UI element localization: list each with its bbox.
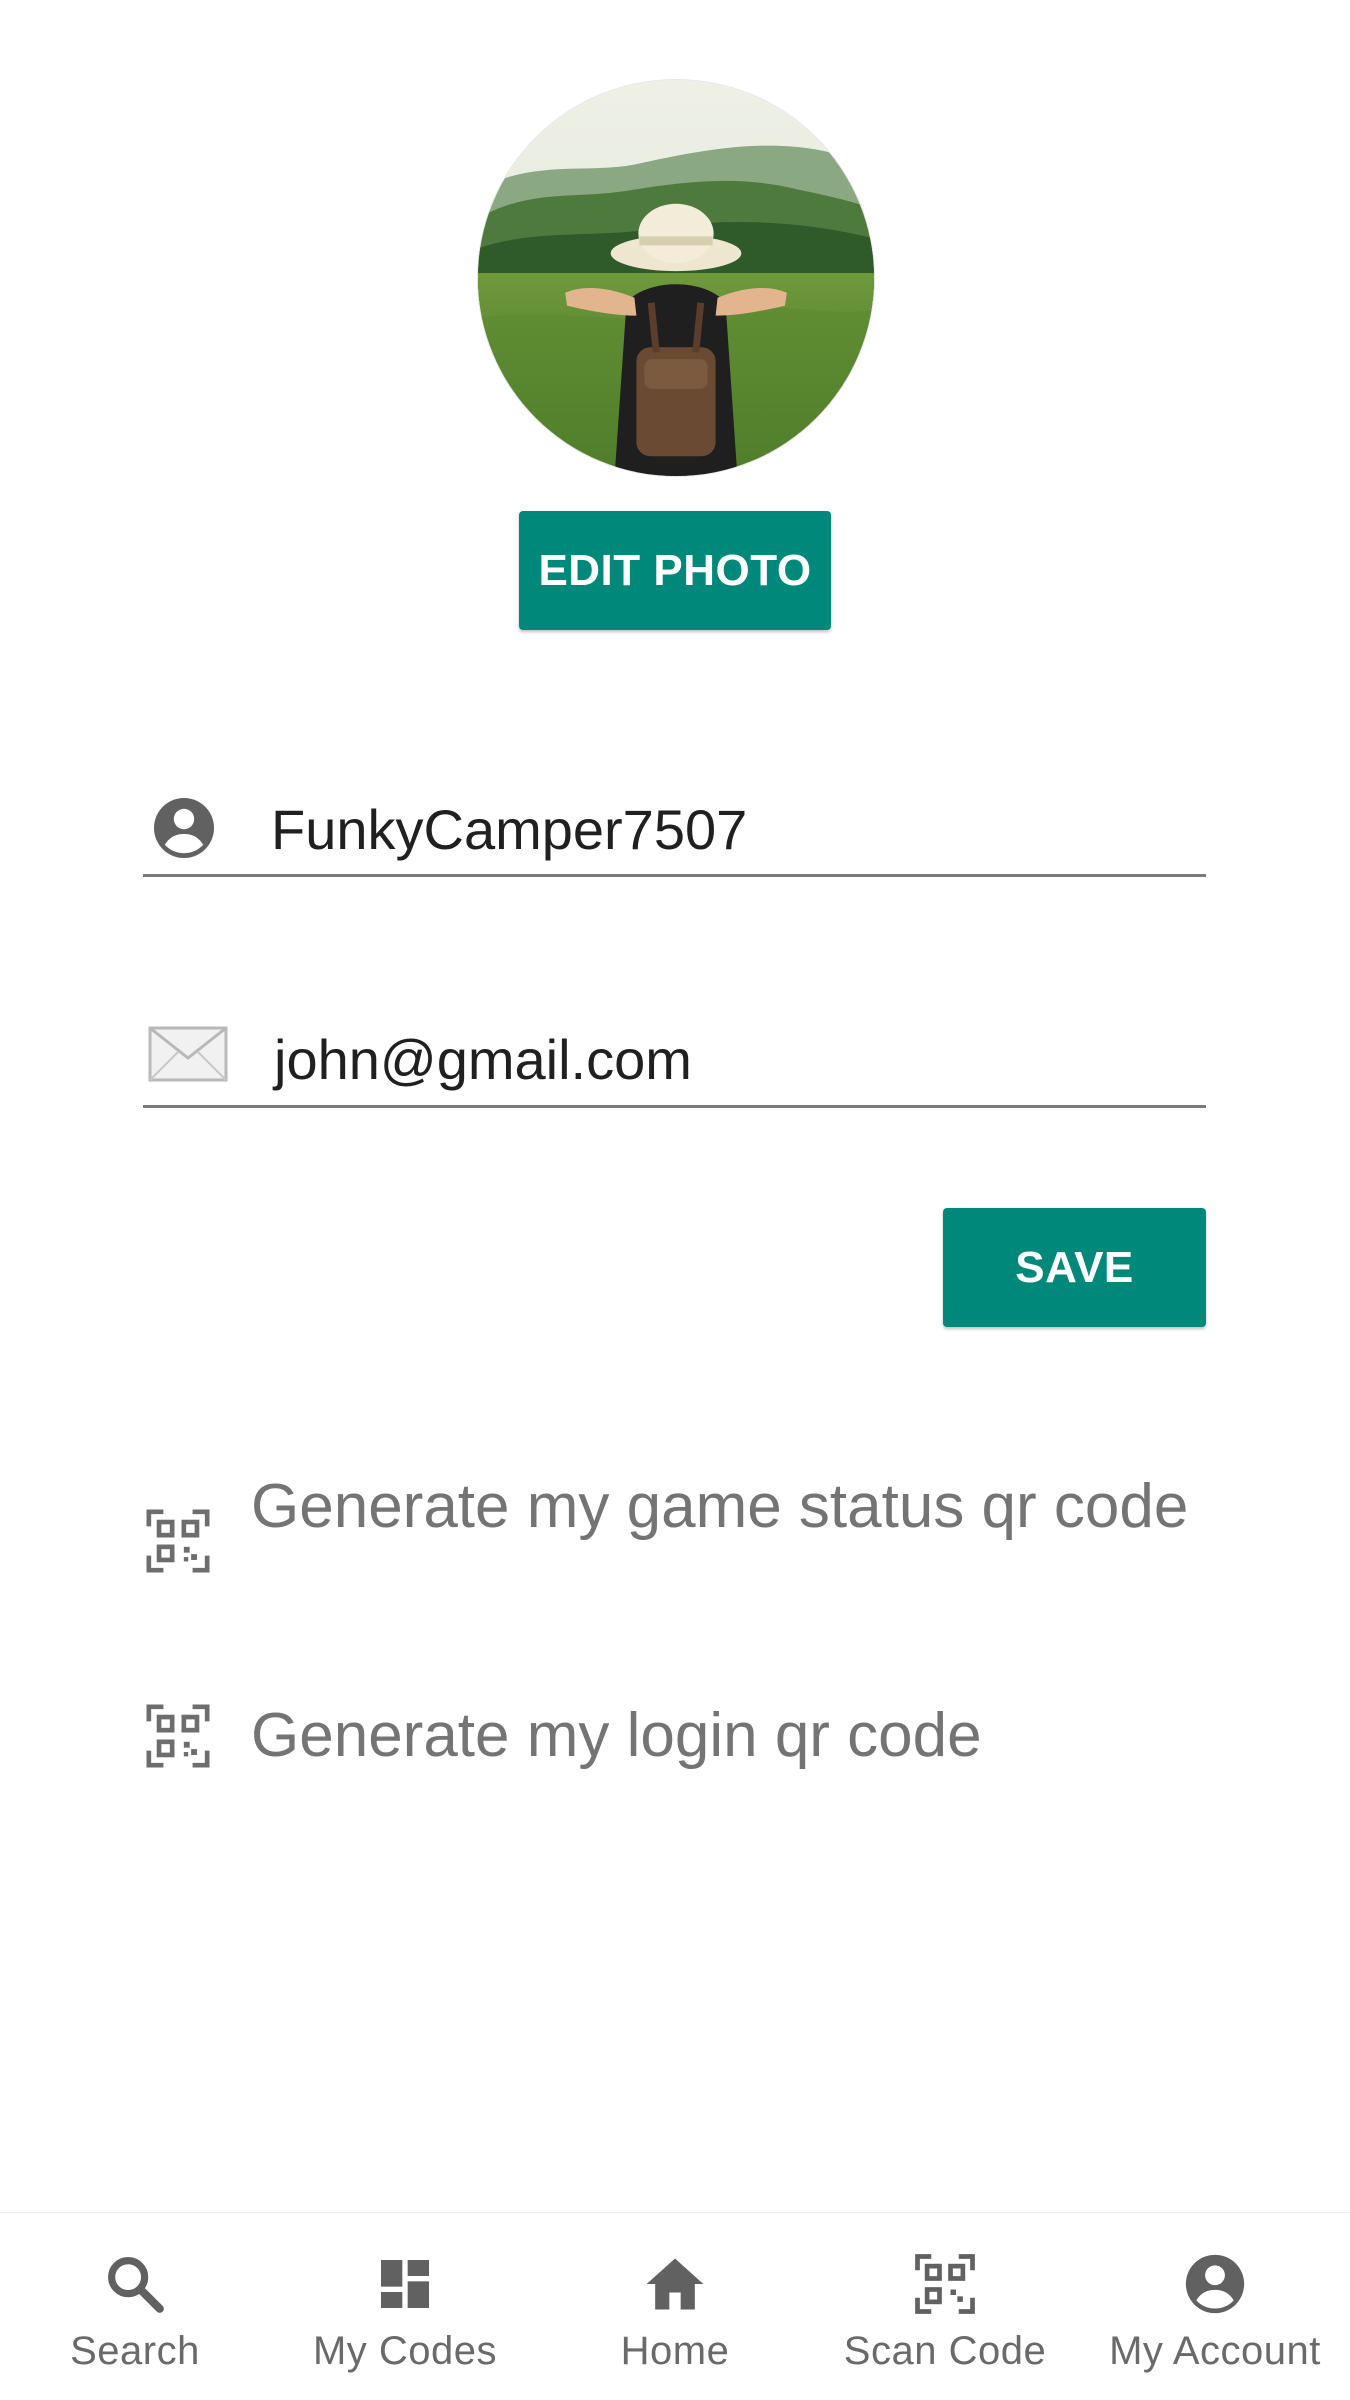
nav-item-home[interactable]: Home xyxy=(540,2213,810,2400)
nav-label: Search xyxy=(70,2329,200,2373)
qr-code-icon xyxy=(143,1506,213,1595)
envelope-icon xyxy=(148,1026,228,1087)
edit-photo-button[interactable]: EDIT PHOTO xyxy=(519,511,831,630)
generate-game-status-qr-label: Generate my game status qr code xyxy=(251,1472,1189,1541)
nav-item-scan-code[interactable]: Scan Code xyxy=(810,2213,1080,2400)
username-field[interactable]: FunkyCamper7507 xyxy=(143,780,1206,877)
profile-photo xyxy=(478,80,874,476)
qr-scan-icon xyxy=(912,2249,978,2319)
profile-photo-image xyxy=(478,80,874,476)
nav-label: Scan Code xyxy=(843,2329,1047,2373)
nav-item-my-account[interactable]: My Account xyxy=(1080,2213,1350,2400)
bottom-navigation: Search My Codes Home Scan Code My Accoun… xyxy=(0,2212,1350,2400)
home-icon xyxy=(641,2249,709,2319)
nav-label: My Account xyxy=(1109,2329,1321,2373)
nav-label: My Codes xyxy=(312,2329,498,2373)
nav-label: Home xyxy=(620,2329,730,2373)
dashboard-icon xyxy=(373,2249,437,2319)
save-button[interactable]: SAVE xyxy=(943,1208,1206,1327)
generate-login-qr-link[interactable]: Generate my login qr code xyxy=(143,1697,1206,1777)
email-value: john@gmail.com xyxy=(274,1028,692,1091)
search-icon xyxy=(102,2249,168,2319)
email-field[interactable]: john@gmail.com xyxy=(143,1005,1206,1108)
account-screen: EDIT PHOTO FunkyCamper7507 john@gmail.co… xyxy=(0,0,1350,2400)
nav-item-search[interactable]: Search xyxy=(0,2213,270,2400)
account-circle-icon xyxy=(148,792,220,869)
generate-game-status-qr-link[interactable]: Generate my game status qr code xyxy=(143,1468,1206,1624)
account-circle-icon xyxy=(1180,2249,1250,2319)
qr-code-icon xyxy=(143,1701,213,1790)
generate-login-qr-label: Generate my login qr code xyxy=(251,1701,982,1770)
nav-item-my-codes[interactable]: My Codes xyxy=(270,2213,540,2400)
username-value: FunkyCamper7507 xyxy=(271,798,748,861)
